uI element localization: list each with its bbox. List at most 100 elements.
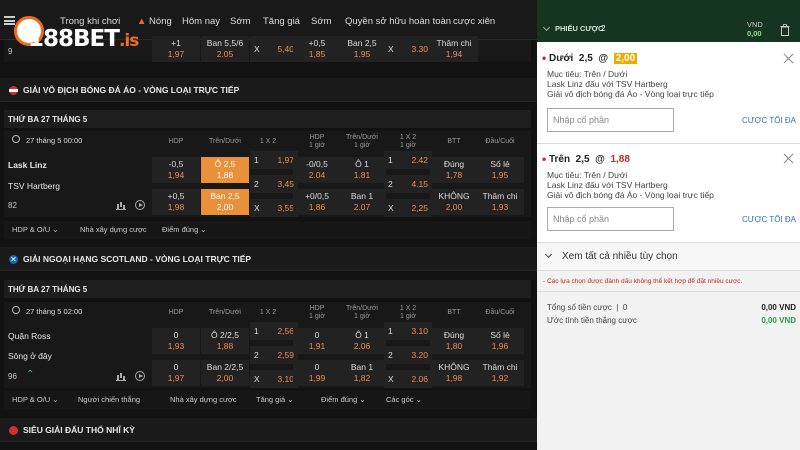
stats-icon[interactable]: [116, 201, 126, 210]
trend-up-icon: ⌃: [26, 369, 35, 380]
stake-input[interactable]: [547, 108, 674, 132]
stake-input[interactable]: [547, 207, 674, 231]
nav-early[interactable]: Sớm: [230, 16, 250, 27]
odds-cell[interactable]: -0,5 1,94: [152, 157, 200, 183]
bet-item-under: • Dưới 2,5 @ 2,00 Mục tiêu: Trên / Dưới …: [537, 42, 800, 144]
home-team[interactable]: Lask Linz: [8, 160, 47, 170]
odds-cell[interactable]: 1 3.10: [384, 322, 432, 340]
nav-price-boost[interactable]: Tăng giá: [263, 16, 300, 27]
chevron-down-icon[interactable]: [542, 23, 551, 32]
turkey-flag-icon: [9, 426, 18, 435]
bet-market: Mục tiêu: Trên / Dưới: [547, 69, 628, 79]
bet-market: Mục tiêu: Trên / Dưới: [547, 170, 628, 180]
market-pill[interactable]: Điểm đúng ⌄: [156, 223, 213, 237]
odds-cell[interactable]: 2 3.20: [384, 346, 432, 364]
odds-cell[interactable]: +0,5 1,85: [293, 36, 341, 62]
nav-parlay[interactable]: cược xiên: [453, 16, 495, 27]
market-pill[interactable]: Các góc ⌄: [380, 393, 428, 407]
odds-cell[interactable]: Ban 5,5/6 2.05: [201, 36, 249, 62]
odds-cell[interactable]: 0 1,99: [293, 360, 341, 386]
nav-today[interactable]: Hôm nay: [182, 16, 220, 27]
league-header-scotland[interactable]: ✕ GIẢI NGOẠI HẠNG SCOTLAND - VÒNG LOẠI T…: [0, 247, 537, 271]
bet-count-badge: 2: [601, 24, 606, 33]
odds-cell[interactable]: 2 2,59: [250, 346, 298, 364]
odds-cell[interactable]: 1 2,56: [250, 322, 298, 340]
match-id: 96: [8, 372, 17, 381]
odds-cell[interactable]: 1 2.42: [384, 151, 432, 169]
odds-cell[interactable]: KHÔNG 1,98: [430, 360, 478, 386]
austria-flag-icon: [9, 86, 18, 95]
max-bet-button[interactable]: CƯỢC TỐI ĐA: [742, 116, 796, 125]
odds-cell[interactable]: Ban 1 1,82: [338, 360, 386, 386]
odds-cell[interactable]: X 5,40: [250, 36, 298, 62]
odds-cell[interactable]: Số lẻ 1,96: [476, 328, 524, 354]
currency-label: VND: [747, 20, 763, 29]
bet-selection: • Trên 2,5 @ 1,88: [542, 152, 630, 166]
market-pill[interactable]: HDP & O/U ⌄: [6, 223, 65, 237]
league-header-austria[interactable]: GIẢI VÔ ĐỊCH BÓNG ĐÁ ÁO - VÒNG LOẠI TRỰC…: [0, 78, 537, 102]
odds-cell[interactable]: Ô 2/2,5 1,88: [201, 328, 249, 354]
odds-cell[interactable]: 0 1,91: [293, 328, 341, 354]
odds-cell[interactable]: 2 4.15: [384, 175, 432, 193]
odds-cell[interactable]: Thâm chi 1,93: [476, 189, 524, 215]
odds-cell[interactable]: X 2,25: [384, 199, 432, 217]
odds-cell[interactable]: KHÔNG 2,00: [430, 189, 478, 215]
odds-cell[interactable]: -0/0,5 2.04: [293, 157, 341, 183]
away-team[interactable]: TSV Hartberg: [8, 181, 60, 191]
bet-slip-header[interactable]: PHIẾU CƯỢC 2 VND 0,00: [537, 0, 800, 42]
market-pill[interactable]: Nhà xây dựng cược: [74, 223, 153, 237]
away-team[interactable]: Sông ở đây: [8, 351, 52, 361]
odds-cell[interactable]: Đúng 1,78: [430, 157, 478, 183]
home-team[interactable]: Quận Ross: [8, 331, 51, 341]
odds-cell[interactable]: Ban 2,5 1.95: [338, 36, 386, 62]
trash-icon[interactable]: [780, 24, 790, 36]
match-card-lask-linz: 27 tháng 5 00:00 HDP Trên/Dưới 1 X 2 HDP…: [4, 131, 531, 217]
league-header-turkey[interactable]: SIÊU GIẢI ĐẤU THỔ NHĨ KỲ: [0, 418, 537, 442]
market-pill[interactable]: HDP & O/U ⌄: [6, 393, 65, 407]
odds-cell[interactable]: Ô 1 2.06: [338, 328, 386, 354]
odds-cell[interactable]: +0,5 1,98: [152, 189, 200, 215]
date-bar: THỨ BA 27 THÁNG 5: [4, 110, 531, 128]
nav-hot[interactable]: ▲ Nóng: [137, 16, 175, 27]
nav-full-ownership[interactable]: Quyền sở hữu hoàn toàn: [345, 16, 451, 27]
bet-league: Giải vô địch bóng đá Áo - Vòng loại trực…: [547, 190, 714, 200]
brand-logo[interactable]: 188BET.is: [14, 16, 139, 54]
odds-cell[interactable]: X 3.10: [250, 370, 298, 388]
play-video-icon[interactable]: [135, 371, 145, 381]
nav-early-2[interactable]: Sớm: [311, 16, 331, 27]
market-pill[interactable]: Điểm đúng ⌄: [315, 393, 372, 407]
odds-cell[interactable]: X 3.30: [384, 36, 432, 62]
stats-icon[interactable]: [116, 372, 126, 381]
odds-cell[interactable]: Ô 1 1.81: [338, 157, 386, 183]
scotland-flag-icon: ✕: [9, 255, 18, 264]
odds-cell[interactable]: X 2.06: [384, 370, 432, 388]
odds-cell[interactable]: +1 1,97: [152, 36, 200, 62]
market-tabs: HDP & O/U ⌄ Người chiến thắng Nhà xây dự…: [4, 391, 531, 409]
col-header: HDP: [168, 309, 184, 316]
play-video-icon[interactable]: [135, 200, 145, 210]
odds-cell[interactable]: Số lẻ 1,95: [476, 157, 524, 183]
col-header: 1 X 2 1 giờ: [399, 305, 417, 320]
close-icon[interactable]: [783, 153, 794, 164]
odds-cell[interactable]: 1 1,97: [250, 151, 298, 169]
market-pill[interactable]: Nhà xây dựng cược: [164, 393, 243, 407]
market-pill[interactable]: Người chiến thắng: [72, 393, 146, 407]
max-bet-button[interactable]: CƯỢC TỐI ĐA: [742, 215, 796, 224]
odds-cell-selected[interactable]: Ban 2,5 2,00: [201, 189, 249, 215]
total-stake-value: 0,00 VND: [761, 303, 796, 312]
odds-cell[interactable]: 2 3,45: [250, 175, 298, 193]
odds-cell[interactable]: 0 1,97: [152, 360, 200, 386]
close-icon[interactable]: [783, 53, 794, 64]
odds-cell[interactable]: 0 1,93: [152, 328, 200, 354]
odds-cell[interactable]: +0/0,5 1,86: [293, 189, 341, 215]
odds-cell[interactable]: Đúng 1,80: [430, 328, 478, 354]
view-all-options[interactable]: Xem tất cả nhiều tùy chọn: [537, 243, 800, 271]
odds-cell-selected[interactable]: Ô 2,5 1,88: [201, 157, 249, 183]
odds-cell[interactable]: X 3,55: [250, 199, 298, 217]
col-header: HDP 1 giờ: [309, 305, 325, 320]
odds-cell[interactable]: Thâm chi 1,94: [430, 36, 478, 62]
market-pill[interactable]: Tăng giá ⌄: [250, 393, 300, 407]
odds-cell[interactable]: Thâm chi 1,92: [476, 360, 524, 386]
odds-cell[interactable]: Ban 1 2.07: [338, 189, 386, 215]
odds-cell[interactable]: Ban 2/2,5 2,00: [201, 360, 249, 386]
